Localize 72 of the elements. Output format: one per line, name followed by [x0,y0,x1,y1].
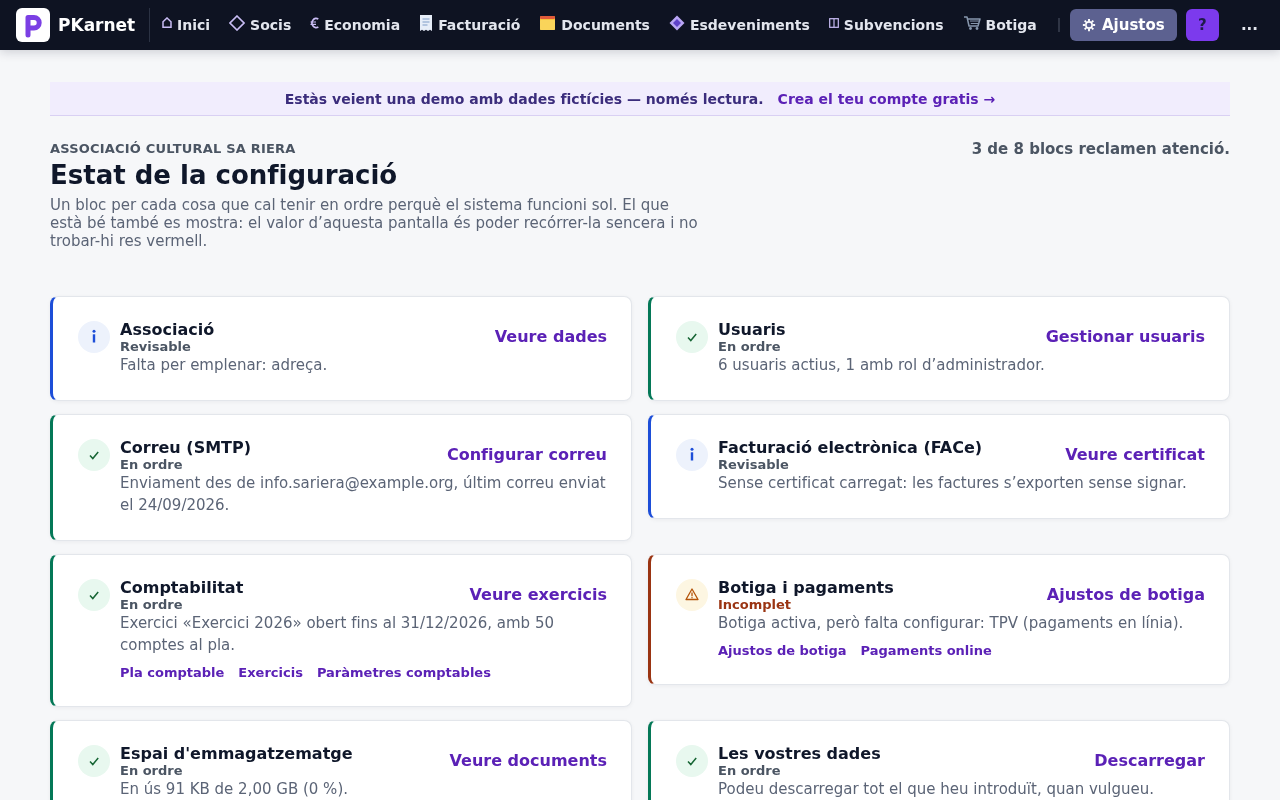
status-label: Incomplet [718,598,793,612]
card-title: Les vostres dades [718,744,881,764]
warning-icon [676,579,708,611]
status-label: En ordre [120,458,184,472]
logo-icon [16,8,50,42]
action-link[interactable]: Veure documents [449,751,607,771]
card-title: Associació [120,320,215,340]
action-link[interactable]: Gestionar usuaris [1045,327,1205,347]
checkmark-icon [78,439,110,471]
card-description: 6 usuaris actius, 1 amb rol d’administrador. [718,355,1046,376]
more-menu-button[interactable]: ... [1234,12,1264,38]
action-link[interactable]: Veure certificat [1065,445,1205,465]
nav-link[interactable]: Documents [539,12,650,38]
shortcut-link[interactable]: Pla comptable [120,664,225,682]
shortcut-link[interactable]: Pagaments online [860,642,992,660]
checkmark-icon [78,745,110,777]
card-title: Facturació electrònica (FACe) [718,438,983,458]
nav-link[interactable]: Botiga [962,12,1037,38]
status-label: Revisable [120,340,192,354]
checkmark-icon [78,579,110,611]
brand-name[interactable]: PKarnet [58,15,136,35]
card-title: Correu (SMTP) [120,438,252,458]
status-label: En ordre [120,598,184,612]
nav-link[interactable]: Economia [310,14,401,36]
action-link[interactable]: Veure dades [494,327,607,347]
nav-link[interactable]: Inici [162,15,211,35]
card-description: Sense certificat carregat: les factures s’exporten sense signar. [718,473,1188,494]
checkmark-icon [676,321,708,353]
action-link[interactable]: Ajustos de botiga [1046,585,1205,605]
shortcut-link[interactable]: Paràmetres comptables [316,664,491,682]
organization-name: ASSOCIACIÓ CULTURAL SA RIERA [50,141,297,157]
nav-link[interactable]: Socis [229,12,292,38]
status-label: Revisable [718,458,790,472]
card-description: Exercici «Exercici 2026» obert fins al 31/12/2026, amb 50 comptes al pla. [120,613,555,656]
checkmark-icon [676,745,708,777]
page-title: Estat de la configuració [50,160,399,190]
status-label: En ordre [718,340,782,354]
status-label: En ordre [718,764,782,778]
settings-button[interactable]: Ajustos [1070,9,1177,41]
status-label: En ordre [120,764,184,778]
euro-icon [310,16,320,29]
action-link[interactable]: Veure exercicis [469,585,607,605]
demo-notice-text: Estàs veient una demo amb dades fictícies — només lectura. [284,90,764,107]
nav-link[interactable]: Esdeveniments [668,12,810,38]
action-link[interactable]: Configurar correu [446,445,607,465]
nav-link[interactable]: Subvencions [828,15,944,35]
attention-summary: 3 de 8 blocs reclamen atenció. [971,141,1230,157]
card-title: Usuaris [718,320,786,340]
folder-icon [539,14,557,31]
diamond-icon [229,14,246,31]
shortcut-link[interactable]: Exercicis [238,664,303,682]
action-link[interactable]: Descarregar [1094,751,1205,771]
card-description: Podeu descarregar tot el que heu introduït, quan vulgueu. [718,779,1155,800]
panel-icon [828,17,839,28]
card-title: Botiga i pagaments [718,578,894,598]
card-title: Espai d'emmagatzematge [120,744,353,764]
page-description: Un bloc per cada cosa que cal tenir en ordre perquè el sistema funcioni sol. El que està bé també es mostra: el valor d’aquesta pantalla és poder recórrer-la sencera i no trobar-hi res vermell. [50,196,699,250]
info-icon [78,321,110,353]
card-title: Comptabilitat [120,578,244,598]
shopping-cart-icon [962,14,981,31]
nav-link[interactable]: Facturació [419,11,521,39]
shortcut-link[interactable]: Ajustos de botiga [718,642,847,660]
card-description: Botiga activa, però falta configurar: TPV (pagaments en línia). [718,613,1185,634]
card-description: En ús 91 KB de 2,00 GB (0 %). [120,779,349,800]
info-icon [676,439,708,471]
create-account-link[interactable]: Crea el teu compte gratis → [777,90,996,107]
diamond-icon [668,14,685,31]
receipt-icon [419,13,434,32]
card-description: Falta per emplenar: adreça. [120,355,329,376]
house-icon [162,17,172,28]
card-description: Enviament des de info.sariera@example.org, últim correu enviat el 24/09/2026. [120,473,607,516]
settings-icon [1082,18,1096,32]
